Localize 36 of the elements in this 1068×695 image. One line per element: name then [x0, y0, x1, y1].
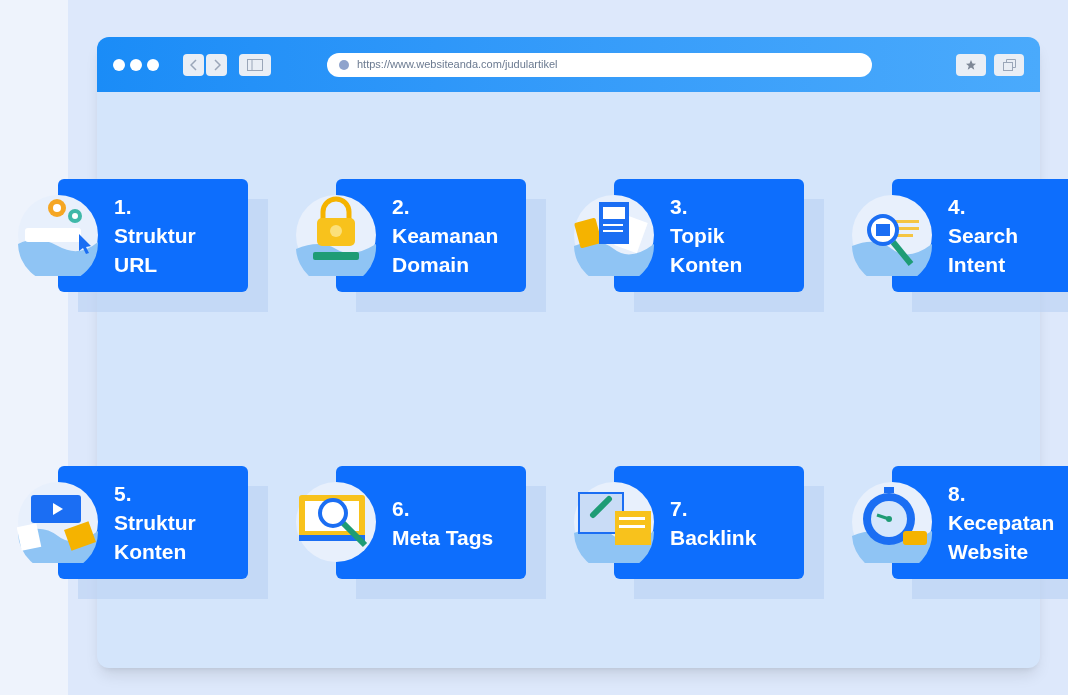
chevron-right-icon: [212, 58, 221, 71]
bookmark-button[interactable]: [956, 53, 986, 76]
card-title: Konten: [670, 252, 743, 278]
forward-button[interactable]: [206, 53, 227, 76]
tabs-button[interactable]: [994, 53, 1024, 76]
back-button[interactable]: [183, 53, 204, 76]
card-number: 6.: [392, 495, 410, 522]
card-title: Backlink: [670, 524, 757, 551]
windows-icon: [1002, 58, 1016, 71]
card-title: Website: [948, 539, 1029, 565]
card-title: Konten: [114, 539, 187, 565]
card-number: 7.: [670, 495, 688, 522]
card-title: Meta Tags: [392, 524, 494, 551]
url-text: https://www.websiteanda.com/judulartikel: [357, 57, 558, 73]
card-number: 3.: [670, 194, 688, 220]
card-number: 8.: [948, 481, 966, 507]
site-dot-icon: [339, 59, 349, 70]
card-title: Struktur: [114, 510, 196, 536]
card-title: Intent: [948, 252, 1006, 278]
card-number: 4.: [948, 194, 966, 220]
card-title: URL: [114, 252, 158, 278]
card-title: Struktur: [114, 223, 196, 249]
card-title: Keamanan: [392, 223, 499, 249]
window-dots-icon: [113, 58, 159, 71]
card-number: 2.: [392, 194, 410, 220]
sidebar-button[interactable]: [239, 53, 271, 76]
card-number: 1.: [114, 194, 132, 220]
star-icon: [965, 58, 977, 71]
card-title: Kecepatan: [948, 510, 1055, 536]
chevron-left-icon: [189, 58, 198, 71]
card-title: Topik: [670, 223, 725, 249]
card-number: 5.: [114, 481, 132, 507]
card-title: Search: [948, 223, 1019, 249]
sidebar-icon: [247, 58, 263, 71]
card-title: Domain: [392, 252, 469, 278]
address-bar[interactable]: https://www.websiteanda.com/judulartikel: [327, 52, 872, 77]
